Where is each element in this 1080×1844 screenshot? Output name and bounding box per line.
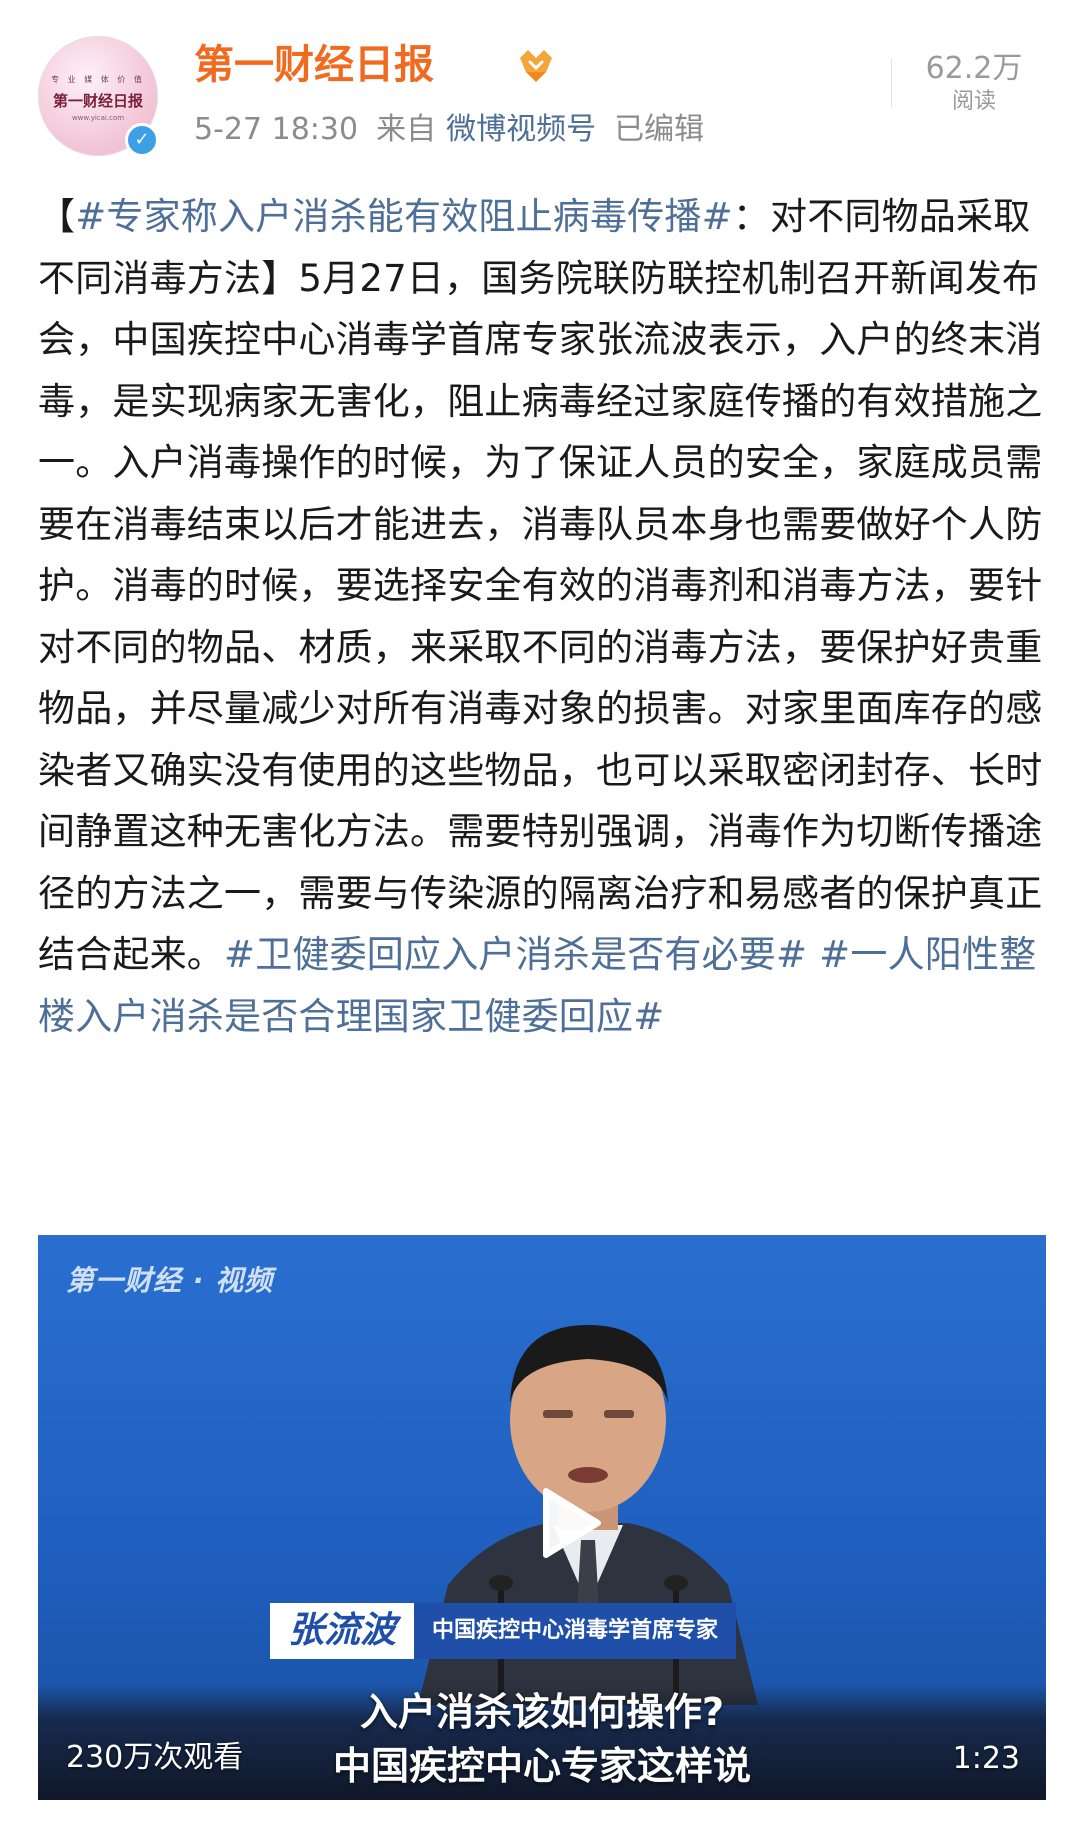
source-prefix: 来自 (376, 112, 437, 147)
avatar-url: www.yicai.com (71, 114, 125, 122)
speaker-name: 张流波 (270, 1603, 415, 1659)
speaker-title: 中国疾控中心消毒学首席专家 (414, 1603, 737, 1659)
avatar-tagline: 专 业 媒 体 价 值 (51, 75, 145, 84)
edited-label: 已编辑 (614, 112, 705, 147)
divider (891, 58, 892, 108)
avatar-title: 第一财经日报 (52, 92, 143, 110)
video-duration: 1:23 (952, 1741, 1020, 1776)
post-time: 5-27 18:30 (194, 112, 359, 147)
topic-link-main[interactable]: #专家称入户消杀能有效阻止病毒传播# (75, 195, 733, 238)
video-caption-line1: 入户消杀该如何操作? (359, 1690, 725, 1734)
verified-check-icon: ✓ (125, 123, 159, 157)
headline-open-bracket: 【 (38, 195, 76, 238)
read-count-value: 62.2万 (925, 51, 1023, 86)
read-count-label: 阅读 (951, 89, 996, 114)
video-view-count: 230万次观看 (66, 1740, 244, 1775)
source-link[interactable]: 微博视频号 (446, 112, 596, 147)
post-header: 专 业 媒 体 价 值 第一财经日报 www.yicai.com ✓ 第一财经日… (38, 36, 1042, 166)
play-icon[interactable] (528, 1483, 608, 1563)
account-name[interactable]: 第一财经日报 (194, 38, 434, 92)
read-count: 62.2万 阅读 (914, 50, 1034, 116)
video-watermark: 第一财经 · 视频 (66, 1264, 274, 1297)
post-body: 【#专家称入户消杀能有效阻止病毒传播#：对不同物品采取不同消毒方法】5月27日，… (38, 186, 1048, 1047)
post-meta: 5-27 18:30 来自 微博视频号 已编辑 (194, 108, 722, 152)
speaker-name-plate: 张流波 中国疾控中心消毒学首席专家 (270, 1603, 737, 1659)
video-player[interactable]: 第一财经 · 视频 张流波 中国疾控中心消毒学首席专家 入户消杀该如何操作? 中… (38, 1235, 1046, 1800)
topic-link-2[interactable]: #卫健委回应入户消杀是否有必要# (224, 933, 807, 976)
post-text: 5月27日，国务院联防联控机制召开新闻发布会，中国疾控中心消毒学首席专家张流波表… (38, 256, 1043, 977)
gold-member-badge-icon[interactable] (516, 46, 556, 84)
